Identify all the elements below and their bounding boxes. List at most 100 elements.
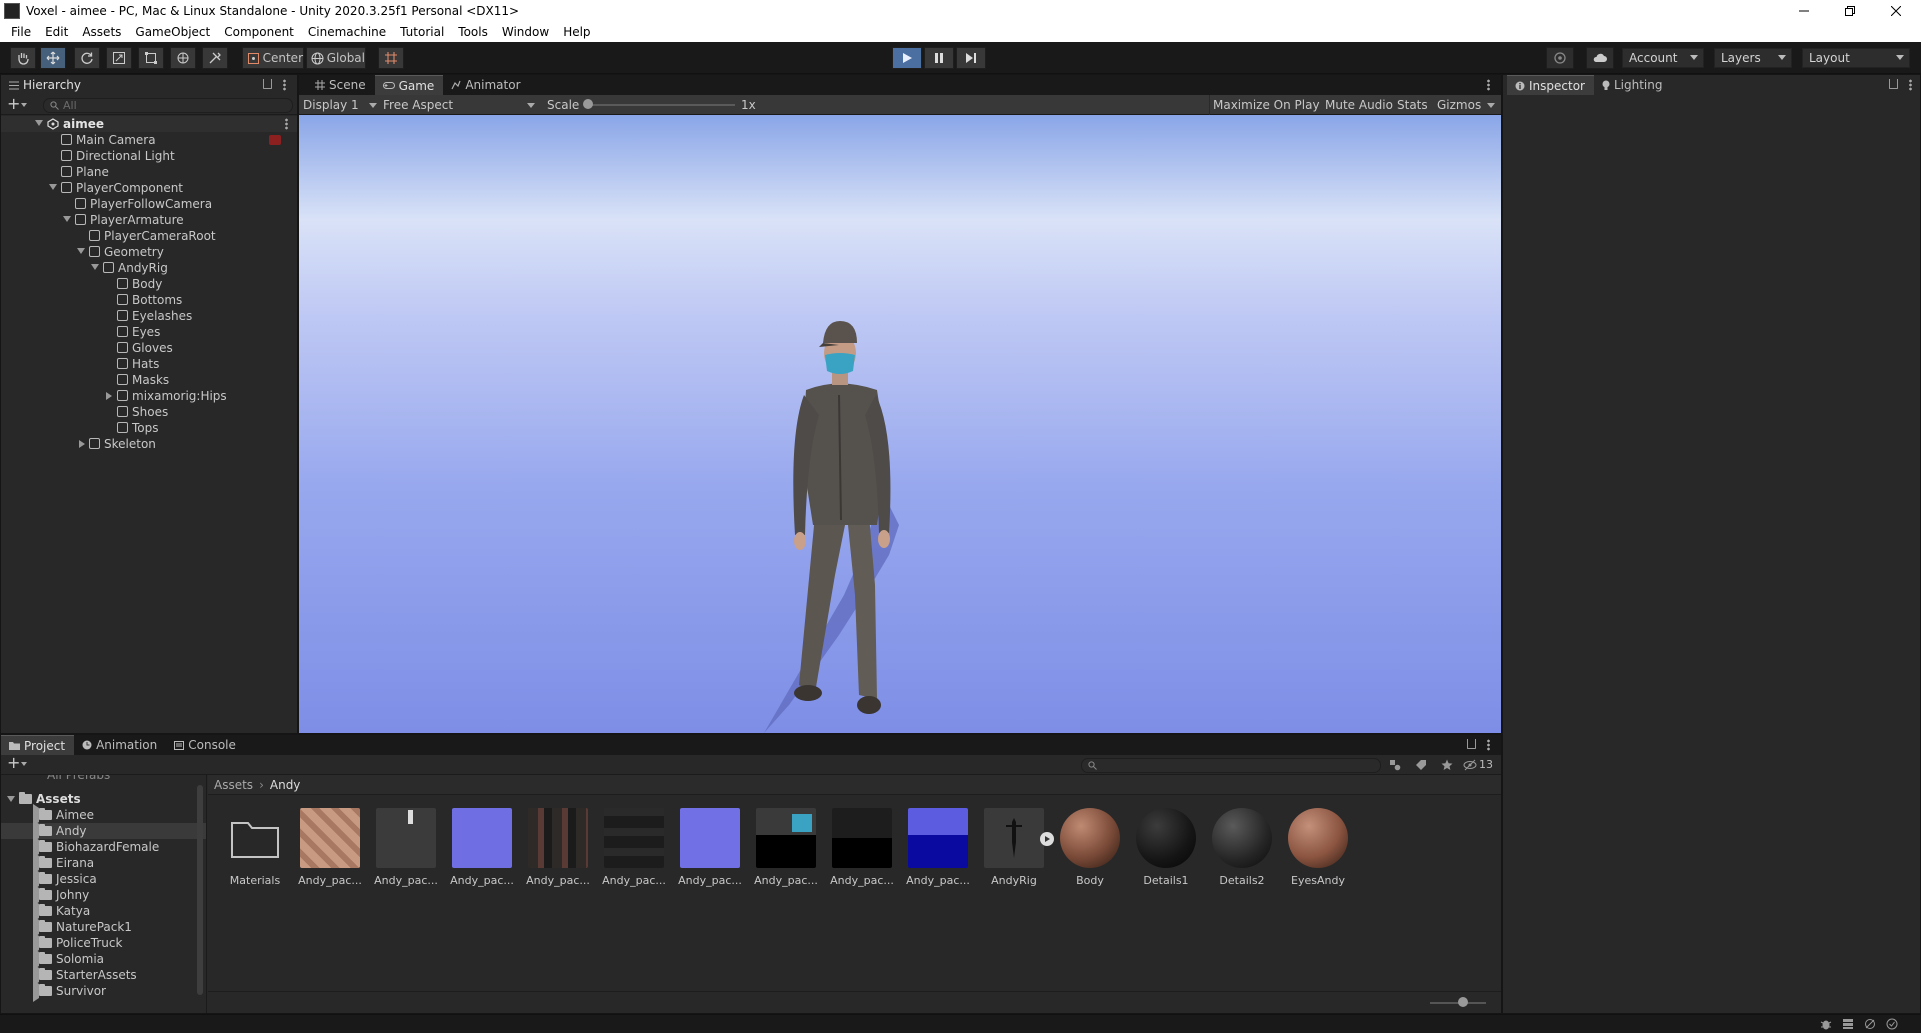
asset-texture[interactable]: Andy_pac...	[374, 808, 438, 887]
menu-edit[interactable]: Edit	[38, 22, 75, 42]
asset-model[interactable]: AndyRig	[982, 808, 1054, 887]
menu-cinemachine[interactable]: Cinemachine	[301, 22, 393, 42]
favorite-star-icon[interactable]	[1441, 759, 1453, 771]
snap-grid-button[interactable]	[378, 47, 404, 69]
tab-hierarchy[interactable]: Hierarchy	[1, 75, 297, 95]
hierarchy-item[interactable]: Geometry	[1, 244, 297, 260]
progress-check-icon[interactable]	[1886, 1018, 1898, 1030]
hand-tool-button[interactable]	[10, 47, 36, 69]
hierarchy-item[interactable]: PlayerComponent	[1, 180, 297, 196]
folder-row[interactable]: Johny	[1, 884, 206, 906]
hierarchy-item[interactable]: PlayerArmature	[1, 212, 297, 228]
folder-row[interactable]: Eirana	[1, 852, 206, 874]
game-viewport[interactable]	[299, 115, 1501, 733]
hierarchy-item[interactable]: Eyelashes	[1, 308, 297, 324]
search-by-type-icon[interactable]	[1389, 759, 1401, 771]
hierarchy-item[interactable]: PlayerFollowCamera	[1, 196, 297, 212]
menu-file[interactable]: File	[4, 22, 38, 42]
display-dropdown[interactable]: Display 1	[303, 98, 359, 112]
menu-gameobject[interactable]: GameObject	[128, 22, 217, 42]
hierarchy-item[interactable]: Eyes	[1, 324, 297, 340]
lock-icon[interactable]	[263, 79, 272, 89]
asset-material[interactable]: EyesAndy	[1286, 808, 1350, 887]
cloud-button[interactable]	[1586, 47, 1614, 69]
close-button[interactable]	[1873, 0, 1919, 22]
asset-materials-folder[interactable]: Materials	[223, 808, 287, 887]
asset-texture[interactable]: Andy_pac...	[830, 808, 894, 887]
tab-project[interactable]: Project	[1, 735, 75, 755]
hierarchy-item[interactable]: AndyRig	[1, 260, 297, 276]
collab-button[interactable]	[1546, 47, 1574, 69]
menu-tutorial[interactable]: Tutorial	[393, 22, 451, 42]
project-more-icon[interactable]	[1487, 739, 1490, 751]
hierarchy-item[interactable]: Directional Light	[1, 148, 297, 164]
all-prefabs-row[interactable]: All Prefabs	[1, 775, 206, 783]
hierarchy-item[interactable]: Body	[1, 276, 297, 292]
thumbnail-size-handle[interactable]	[1458, 997, 1468, 1007]
pause-button[interactable]	[924, 47, 954, 69]
create-plus-icon[interactable]: +	[7, 96, 20, 112]
scene-row[interactable]: aimee	[1, 116, 297, 132]
label-tag-icon[interactable]	[1415, 759, 1427, 771]
maximize-on-play-toggle[interactable]: Maximize On Play	[1213, 98, 1320, 112]
folder-row[interactable]: Solomia	[1, 948, 206, 970]
rotate-tool-button[interactable]	[74, 47, 100, 69]
expand-arrow-icon[interactable]	[63, 216, 71, 222]
layout-dropdown[interactable]: Layout	[1802, 48, 1910, 68]
hidden-eye-icon[interactable]	[1463, 759, 1477, 771]
folder-row[interactable]: BiohazardFemale	[1, 836, 206, 858]
stats-toggle[interactable]: Stats	[1397, 98, 1428, 112]
project-create-caret-icon[interactable]	[21, 762, 27, 766]
menu-tools[interactable]: Tools	[451, 22, 495, 42]
cache-server-icon[interactable]	[1842, 1018, 1854, 1030]
asset-material[interactable]: Body	[1058, 808, 1122, 887]
expand-arrow-icon[interactable]	[91, 264, 99, 270]
menu-help[interactable]: Help	[556, 22, 597, 42]
tab-lighting[interactable]: Lighting	[1594, 75, 1672, 95]
asset-material[interactable]: Details2	[1210, 808, 1274, 887]
expand-model-icon[interactable]	[1040, 832, 1054, 846]
hierarchy-item[interactable]: Skeleton	[1, 436, 297, 452]
folder-row[interactable]: NaturePack1	[1, 916, 206, 938]
expand-arrow-icon[interactable]	[77, 248, 85, 254]
tab-inspector[interactable]: Inspector	[1507, 75, 1594, 95]
folder-row-selected[interactable]: Andy	[1, 820, 206, 842]
rect-tool-button[interactable]	[138, 47, 164, 69]
tab-animation[interactable]: Animation	[74, 735, 166, 755]
folder-row[interactable]: Aimee	[1, 804, 206, 826]
tab-console[interactable]: Console	[166, 735, 245, 755]
tab-game[interactable]: Game	[374, 75, 444, 95]
asset-texture[interactable]: Andy_pac...	[298, 808, 362, 887]
layers-dropdown[interactable]: Layers	[1714, 48, 1792, 68]
hierarchy-item[interactable]: Hats	[1, 356, 297, 372]
hierarchy-item[interactable]: Gloves	[1, 340, 297, 356]
pivot-center-toggle[interactable]: Center	[242, 47, 304, 69]
inspector-more-icon[interactable]	[1909, 79, 1912, 91]
hierarchy-item[interactable]: Main Camera	[1, 132, 297, 148]
hierarchy-item[interactable]: Bottoms	[1, 292, 297, 308]
aspect-dropdown[interactable]: Free Aspect	[383, 98, 453, 112]
scale-slider-handle[interactable]	[583, 99, 593, 109]
project-search-input[interactable]	[1081, 758, 1381, 773]
auto-generate-lighting-icon[interactable]	[1864, 1018, 1876, 1030]
folder-row[interactable]: PoliceTruck	[1, 932, 206, 954]
asset-material[interactable]: Details1	[1134, 808, 1198, 887]
hierarchy-item[interactable]: mixamorig:Hips	[1, 388, 297, 404]
menu-window[interactable]: Window	[495, 22, 556, 42]
breadcrumb-assets[interactable]: Assets	[214, 778, 253, 792]
asset-texture[interactable]: Andy_pac...	[526, 808, 590, 887]
inspector-lock-icon[interactable]	[1889, 79, 1898, 89]
debug-bug-icon[interactable]	[1820, 1018, 1832, 1030]
scale-slider-track[interactable]	[585, 104, 735, 106]
folder-row[interactable]: StarterAssets	[1, 964, 206, 986]
asset-texture[interactable]: Andy_pac...	[678, 808, 742, 887]
collapse-arrow-icon[interactable]	[79, 440, 85, 448]
folder-row[interactable]: Survivor	[1, 980, 206, 1002]
asset-texture[interactable]: Andy_pac...	[754, 808, 818, 887]
hierarchy-item[interactable]: Shoes	[1, 404, 297, 420]
expand-arrow-icon[interactable]	[49, 184, 57, 190]
space-global-toggle[interactable]: Global	[306, 47, 366, 69]
hierarchy-item[interactable]: PlayerCameraRoot	[1, 228, 297, 244]
scene-more-icon[interactable]	[285, 118, 288, 130]
tab-scene[interactable]: Scene	[307, 75, 375, 95]
